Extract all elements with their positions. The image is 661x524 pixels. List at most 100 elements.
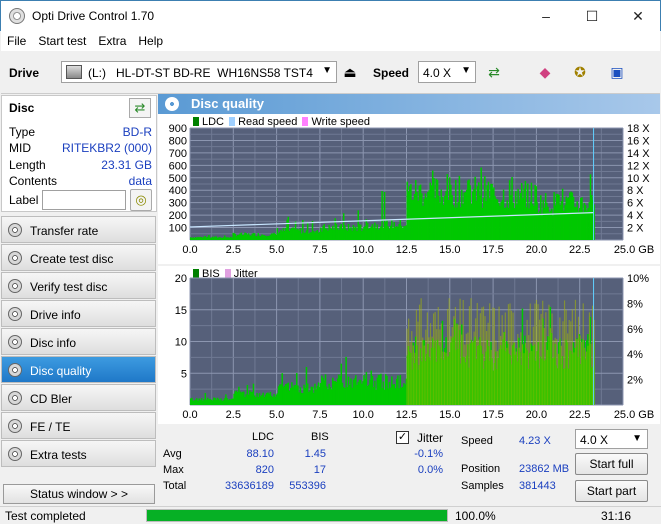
data-bar xyxy=(523,353,525,405)
refresh-speed-button[interactable]: ⇄ xyxy=(482,60,506,84)
maximize-button[interactable]: ☐ xyxy=(569,1,615,31)
data-bar xyxy=(442,351,444,405)
position-value: 23862 MB xyxy=(519,463,570,475)
data-bar xyxy=(551,313,553,405)
data-bar xyxy=(482,306,485,405)
data-bar xyxy=(439,329,441,405)
y2-tick-label: 8% xyxy=(627,298,643,310)
data-bar xyxy=(478,339,480,405)
data-bar xyxy=(437,307,439,405)
x-tick-label: 25.0 GB xyxy=(614,244,654,256)
data-bar xyxy=(568,319,570,405)
disc-label-key: Label xyxy=(9,193,39,207)
disc-refresh-button[interactable]: ⇄ xyxy=(129,98,151,118)
menu-extra[interactable]: Extra xyxy=(92,31,132,48)
disc-row-length: Length 23.31 GB xyxy=(9,158,152,172)
data-bar xyxy=(450,336,452,405)
data-bar xyxy=(464,344,466,405)
x-tick-label: 15.0 xyxy=(439,244,460,256)
data-bar xyxy=(546,349,548,405)
data-bar xyxy=(443,351,446,405)
nav-label: CD Bler xyxy=(30,392,73,406)
data-bar xyxy=(549,328,552,405)
label-edit-button[interactable]: ◎ xyxy=(130,189,152,211)
data-bar xyxy=(576,339,578,405)
disc-app-icon xyxy=(9,8,25,24)
menu-start-test[interactable]: Start test xyxy=(32,31,92,48)
y2-tick-label: 2% xyxy=(627,375,643,387)
menu-file[interactable]: File xyxy=(1,31,32,48)
start-part-button[interactable]: Start part xyxy=(575,480,648,502)
speed-stat-label: Speed xyxy=(461,435,493,447)
disc-panel-title: Disc xyxy=(9,101,35,115)
y-tick-label: 600 xyxy=(169,160,187,172)
close-button[interactable]: ✕ xyxy=(615,1,661,31)
nav-transfer-rate[interactable]: Transfer rate xyxy=(1,216,156,243)
speed-label: Speed xyxy=(373,66,410,80)
data-bar xyxy=(422,337,424,405)
nav-drive-info[interactable]: Drive info xyxy=(1,300,156,327)
toolbar: Drive (L:) HL-DT-ST BD-RE WH16NS58 TST4 … xyxy=(1,52,660,94)
samples-label: Samples xyxy=(461,480,504,492)
test-speed-value: 4.0 X xyxy=(580,433,609,447)
progress-percent: 100.0% xyxy=(455,509,496,523)
disc-icon xyxy=(8,223,22,237)
data-bar xyxy=(545,312,547,405)
nav-disc-info[interactable]: Disc info xyxy=(1,328,156,355)
samples-value: 381443 xyxy=(519,480,556,492)
data-bar xyxy=(565,309,567,405)
drive-icon xyxy=(66,65,82,79)
data-bar xyxy=(431,336,433,405)
nav-label: Drive info xyxy=(30,308,81,322)
status-text: Test completed xyxy=(5,509,86,523)
data-bar xyxy=(417,321,419,405)
data-bar xyxy=(560,345,563,405)
nav-create-test-disc[interactable]: Create test disc xyxy=(1,244,156,271)
eraser-button[interactable]: ◆ xyxy=(533,60,557,84)
stats-max-jitter: 0.0% xyxy=(417,464,443,476)
speed-stat-value: 4.23 X xyxy=(519,435,551,447)
data-bar xyxy=(406,328,408,405)
save-button[interactable]: ▣ xyxy=(605,60,629,84)
x-tick-label: 5.0 xyxy=(269,409,284,421)
nav-fe-te[interactable]: FE / TE xyxy=(1,412,156,439)
data-bar xyxy=(590,343,592,405)
data-bar xyxy=(457,324,460,405)
data-bar xyxy=(467,332,469,405)
nav-cd-bler[interactable]: CD Bler xyxy=(1,384,156,411)
nav-label: Disc info xyxy=(30,336,77,350)
disc-icon xyxy=(8,447,22,461)
x-tick-label: 22.5 xyxy=(569,409,590,421)
jitter-label: Jitter xyxy=(417,431,444,445)
status-window-button[interactable]: Status window > > xyxy=(3,484,155,504)
position-label: Position xyxy=(461,463,501,475)
start-full-button[interactable]: Start full xyxy=(575,453,648,475)
nav-disc-quality[interactable]: Disc quality xyxy=(1,356,156,383)
drive-label: Drive xyxy=(9,66,40,80)
data-bar xyxy=(496,350,499,405)
x-tick-label: 12.5 xyxy=(396,244,417,256)
menu-help[interactable]: Help xyxy=(132,31,169,48)
nav-verify-test-disc[interactable]: Verify test disc xyxy=(1,272,156,299)
data-bar xyxy=(451,326,453,405)
data-bar xyxy=(534,303,536,405)
x-tick-label: 22.5 xyxy=(569,244,590,256)
data-bar xyxy=(520,332,522,405)
disc-label-input[interactable] xyxy=(42,190,126,210)
minimize-button[interactable]: – xyxy=(523,1,569,31)
y2-tick-label: 8 X xyxy=(627,185,644,197)
speed-select[interactable]: 4.0 X ▼ xyxy=(418,61,476,83)
data-bar xyxy=(529,303,531,405)
drive-select[interactable]: (L:) HL-DT-ST BD-RE WH16NS58 TST4 ▼ xyxy=(61,61,337,83)
jitter-checkbox[interactable]: ✓ xyxy=(396,431,409,444)
test-speed-select[interactable]: 4.0 X ▼ xyxy=(575,429,648,449)
y2-tick-label: 12 X xyxy=(627,160,650,172)
y2-tick-label: 14 X xyxy=(627,148,650,160)
settings-button[interactable]: ✪ xyxy=(568,60,592,84)
data-bar xyxy=(414,352,416,405)
data-bar xyxy=(570,321,572,405)
eject-button[interactable]: ⏏ xyxy=(338,60,362,84)
stats-max-bis: 17 xyxy=(313,464,326,476)
disc-row-mid: MID RITEKBR2 (000) xyxy=(9,141,152,155)
nav-extra-tests[interactable]: Extra tests xyxy=(1,440,156,467)
